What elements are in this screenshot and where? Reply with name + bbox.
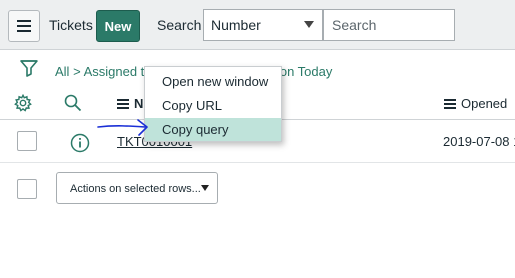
breadcrumb-assigned[interactable]: Assigned to <box>84 64 152 79</box>
search-field-value: Number <box>211 17 261 33</box>
annotation-arrow-icon <box>97 119 148 136</box>
list-title: Tickets <box>49 17 93 33</box>
dropdown-caret-icon <box>201 185 209 191</box>
list-header: Tickets New Search Number <box>0 0 515 50</box>
search-label: Search <box>157 17 202 33</box>
column-opened-header[interactable]: Opened <box>444 96 507 111</box>
column-opened-label: Opened <box>461 96 508 111</box>
breadcrumb: All > Assigned to <box>55 64 152 79</box>
hamburger-icon <box>17 20 31 32</box>
filter-icon[interactable] <box>20 59 38 79</box>
menu-button[interactable] <box>8 10 40 42</box>
column-number-header[interactable]: N <box>117 96 143 111</box>
search-field-select[interactable]: Number <box>203 9 323 41</box>
search-icon[interactable] <box>64 94 82 112</box>
dropdown-caret-icon <box>304 21 314 28</box>
new-button[interactable]: New <box>96 10 140 42</box>
select-all-checkbox[interactable] <box>17 179 37 199</box>
column-menu-icon <box>444 98 456 109</box>
actions-select-label: Actions on selected rows... <box>70 183 201 195</box>
menu-item-copy-url[interactable]: Copy URL <box>145 94 281 117</box>
column-number-label: N <box>134 96 144 111</box>
search-input[interactable] <box>323 9 455 41</box>
gear-icon[interactable] <box>14 94 32 112</box>
info-icon[interactable] <box>70 133 90 153</box>
row-checkbox[interactable] <box>17 131 37 151</box>
menu-item-open-new-window[interactable]: Open new window <box>145 70 281 93</box>
breadcrumb-all[interactable]: All <box>55 64 69 79</box>
scroll-edge <box>505 87 515 278</box>
column-menu-icon <box>117 98 129 109</box>
context-menu: Open new window Copy URL Copy query <box>144 66 282 142</box>
breadcrumb-separator: > <box>73 64 81 79</box>
menu-item-copy-query[interactable]: Copy query <box>145 118 281 141</box>
actions-select[interactable]: Actions on selected rows... <box>56 172 218 204</box>
